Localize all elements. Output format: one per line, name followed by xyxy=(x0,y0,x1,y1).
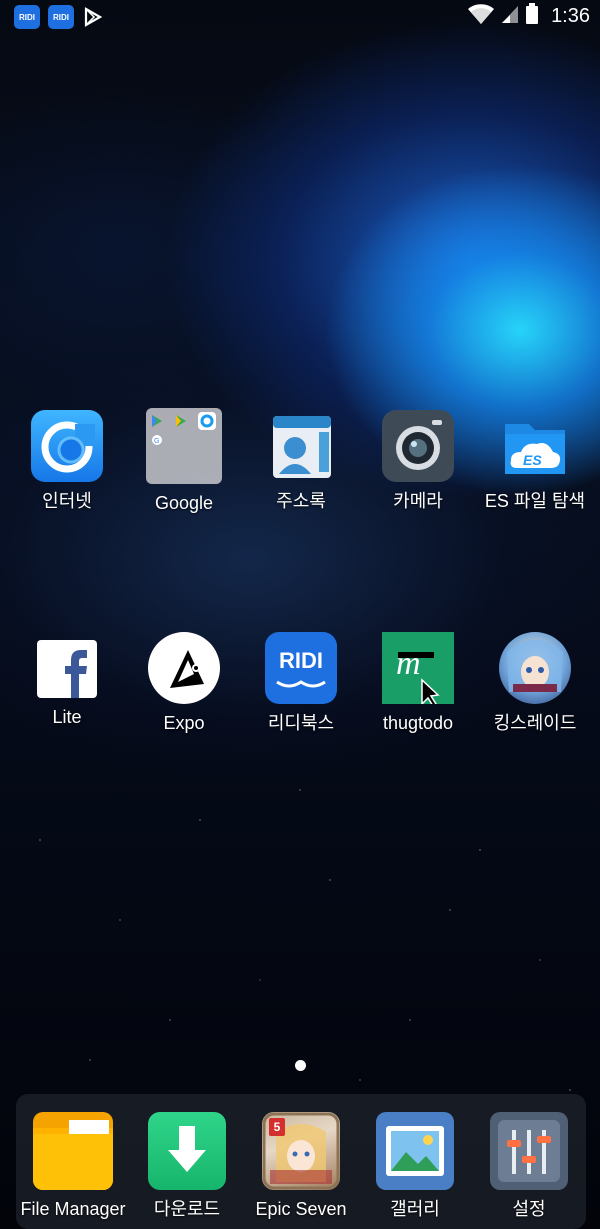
folder-label: Google xyxy=(154,493,214,513)
status-bar: RIDI RIDI 1:36 xyxy=(0,0,600,34)
app-expo[interactable]: Expo xyxy=(125,632,243,734)
settings-icon xyxy=(490,1112,568,1190)
app-camera[interactable]: 카메라 xyxy=(359,410,477,512)
app-label: 갤러리 xyxy=(390,1199,440,1219)
app-es-file-explorer[interactable]: ES ES 파일 탐색 xyxy=(476,410,594,512)
folder-google[interactable]: G Google xyxy=(125,408,243,514)
notification-icons: RIDI RIDI xyxy=(14,5,104,29)
app-label: 카메라 xyxy=(393,491,443,511)
app-thugtodo[interactable]: m thugtodo xyxy=(359,632,477,734)
internet-icon xyxy=(31,410,103,482)
app-label: 인터넷 xyxy=(42,491,92,511)
app-facebook-lite[interactable]: Lite xyxy=(8,632,126,728)
es-file-explorer-icon: ES xyxy=(499,410,571,482)
contacts-icon xyxy=(265,410,337,482)
ridi-notification-icon: RIDI xyxy=(48,5,74,29)
expo-icon xyxy=(148,632,220,704)
dock-gallery[interactable]: 갤러리 xyxy=(356,1112,474,1220)
ridi-notification-icon: RIDI xyxy=(14,5,40,29)
dock-download[interactable]: 다운로드 xyxy=(128,1112,246,1220)
dock-file-manager[interactable]: File Manager xyxy=(14,1112,132,1220)
epic-seven-badge: 5 xyxy=(269,1118,285,1136)
app-label: thugtodo xyxy=(382,713,454,733)
signal-icon xyxy=(501,4,519,29)
app-label: File Manager xyxy=(20,1199,126,1219)
download-icon xyxy=(148,1112,226,1190)
wifi-icon xyxy=(467,3,495,30)
app-label: 설정 xyxy=(512,1199,546,1219)
google-folder-icon: G xyxy=(146,408,222,484)
app-kings-raid[interactable]: 킹스레이드 xyxy=(476,632,594,734)
dock-settings[interactable]: 설정 xyxy=(470,1112,588,1220)
app-label: 다운로드 xyxy=(153,1199,221,1219)
ridi-logo-text: RIDI xyxy=(279,648,323,673)
app-label: Expo xyxy=(163,713,205,733)
camera-icon xyxy=(382,410,454,482)
svg-text:ES: ES xyxy=(523,452,542,468)
page-indicator-dot[interactable] xyxy=(295,1060,306,1071)
app-label: 킹스레이드 xyxy=(493,713,577,733)
play-store-notification-icon xyxy=(82,5,104,29)
app-label: Lite xyxy=(52,707,82,727)
status-right: 1:36 xyxy=(467,3,590,30)
app-contacts[interactable]: 주소록 xyxy=(242,410,360,512)
file-manager-icon xyxy=(33,1112,113,1190)
battery-icon xyxy=(525,3,539,30)
app-label: ES 파일 탐색 xyxy=(484,491,586,511)
app-label: 리디북스 xyxy=(267,713,335,733)
gallery-icon xyxy=(376,1112,454,1190)
facebook-lite-icon xyxy=(37,640,97,698)
ridibooks-icon: RIDI xyxy=(265,632,337,704)
app-label: 주소록 xyxy=(276,491,326,511)
svg-text:G: G xyxy=(154,438,159,445)
dock-epic-seven[interactable]: 5 Epic Seven xyxy=(242,1112,360,1220)
epic-seven-icon: 5 xyxy=(262,1112,340,1190)
thugtodo-icon: m xyxy=(382,632,454,704)
kings-raid-icon xyxy=(499,632,571,704)
app-label: Epic Seven xyxy=(255,1199,347,1219)
app-internet[interactable]: 인터넷 xyxy=(8,410,126,512)
app-ridibooks[interactable]: RIDI 리디북스 xyxy=(242,632,360,734)
svg-text:m: m xyxy=(396,645,421,682)
status-clock: 1:36 xyxy=(551,5,590,27)
